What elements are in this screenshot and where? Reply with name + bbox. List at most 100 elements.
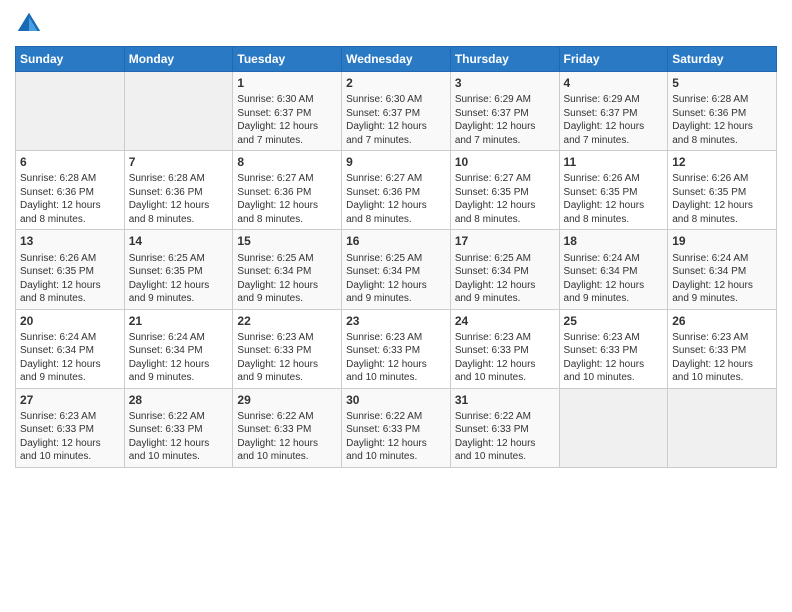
day-number: 26	[672, 313, 772, 329]
day-info: Sunrise: 6:23 AM	[564, 331, 664, 345]
calendar-cell: 5Sunrise: 6:28 AMSunset: 6:36 PMDaylight…	[668, 72, 777, 151]
day-info: Daylight: 12 hours and 9 minutes.	[129, 358, 229, 385]
day-info: Sunset: 6:34 PM	[564, 265, 664, 279]
day-number: 23	[346, 313, 446, 329]
calendar-cell: 24Sunrise: 6:23 AMSunset: 6:33 PMDayligh…	[450, 309, 559, 388]
calendar-cell: 26Sunrise: 6:23 AMSunset: 6:33 PMDayligh…	[668, 309, 777, 388]
day-info: Daylight: 12 hours and 8 minutes.	[20, 279, 120, 306]
day-info: Sunset: 6:33 PM	[129, 423, 229, 437]
calendar-cell: 13Sunrise: 6:26 AMSunset: 6:35 PMDayligh…	[16, 230, 125, 309]
day-info: Daylight: 12 hours and 9 minutes.	[129, 279, 229, 306]
day-number: 14	[129, 233, 229, 249]
day-header-thursday: Thursday	[450, 47, 559, 72]
day-info: Daylight: 12 hours and 10 minutes.	[20, 437, 120, 464]
day-info: Daylight: 12 hours and 10 minutes.	[346, 437, 446, 464]
day-info: Sunset: 6:35 PM	[129, 265, 229, 279]
day-number: 10	[455, 154, 555, 170]
day-info: Sunrise: 6:25 AM	[129, 252, 229, 266]
calendar-cell: 9Sunrise: 6:27 AMSunset: 6:36 PMDaylight…	[342, 151, 451, 230]
week-row-2: 13Sunrise: 6:26 AMSunset: 6:35 PMDayligh…	[16, 230, 777, 309]
day-number: 12	[672, 154, 772, 170]
day-number: 6	[20, 154, 120, 170]
week-row-1: 6Sunrise: 6:28 AMSunset: 6:36 PMDaylight…	[16, 151, 777, 230]
day-info: Sunrise: 6:25 AM	[237, 252, 337, 266]
calendar-body: 1Sunrise: 6:30 AMSunset: 6:37 PMDaylight…	[16, 72, 777, 468]
calendar-cell: 29Sunrise: 6:22 AMSunset: 6:33 PMDayligh…	[233, 388, 342, 467]
day-info: Sunrise: 6:23 AM	[237, 331, 337, 345]
day-info: Sunset: 6:34 PM	[455, 265, 555, 279]
day-info: Sunrise: 6:27 AM	[237, 172, 337, 186]
calendar-cell: 17Sunrise: 6:25 AMSunset: 6:34 PMDayligh…	[450, 230, 559, 309]
calendar-cell	[16, 72, 125, 151]
day-info: Sunrise: 6:25 AM	[346, 252, 446, 266]
day-info: Daylight: 12 hours and 7 minutes.	[564, 120, 664, 147]
day-info: Sunrise: 6:22 AM	[346, 410, 446, 424]
day-info: Sunset: 6:36 PM	[672, 107, 772, 121]
week-row-4: 27Sunrise: 6:23 AMSunset: 6:33 PMDayligh…	[16, 388, 777, 467]
day-header-tuesday: Tuesday	[233, 47, 342, 72]
day-info: Sunset: 6:33 PM	[237, 344, 337, 358]
day-info: Daylight: 12 hours and 8 minutes.	[672, 120, 772, 147]
day-info: Sunrise: 6:23 AM	[672, 331, 772, 345]
day-number: 7	[129, 154, 229, 170]
day-info: Sunrise: 6:29 AM	[564, 93, 664, 107]
day-info: Daylight: 12 hours and 10 minutes.	[129, 437, 229, 464]
day-info: Daylight: 12 hours and 7 minutes.	[237, 120, 337, 147]
calendar-cell: 8Sunrise: 6:27 AMSunset: 6:36 PMDaylight…	[233, 151, 342, 230]
header	[15, 10, 777, 38]
calendar-cell: 27Sunrise: 6:23 AMSunset: 6:33 PMDayligh…	[16, 388, 125, 467]
day-info: Sunrise: 6:27 AM	[346, 172, 446, 186]
day-number: 9	[346, 154, 446, 170]
day-info: Sunset: 6:35 PM	[20, 265, 120, 279]
day-info: Sunset: 6:33 PM	[346, 423, 446, 437]
day-info: Sunset: 6:36 PM	[129, 186, 229, 200]
day-info: Sunset: 6:36 PM	[346, 186, 446, 200]
week-row-0: 1Sunrise: 6:30 AMSunset: 6:37 PMDaylight…	[16, 72, 777, 151]
day-info: Daylight: 12 hours and 10 minutes.	[672, 358, 772, 385]
day-info: Daylight: 12 hours and 9 minutes.	[564, 279, 664, 306]
day-info: Daylight: 12 hours and 7 minutes.	[346, 120, 446, 147]
day-info: Sunset: 6:35 PM	[455, 186, 555, 200]
day-info: Sunrise: 6:29 AM	[455, 93, 555, 107]
day-number: 4	[564, 75, 664, 91]
day-info: Sunset: 6:33 PM	[455, 344, 555, 358]
calendar-cell: 14 Sunrise: 6:25 AMSunset: 6:35 PMDayligh…	[124, 230, 233, 309]
calendar-cell: 11Sunrise: 6:26 AMSunset: 6:35 PMDayligh…	[559, 151, 668, 230]
calendar-cell: 21Sunrise: 6:24 AMSunset: 6:34 PMDayligh…	[124, 309, 233, 388]
day-info: Daylight: 12 hours and 10 minutes.	[455, 358, 555, 385]
day-info: Sunrise: 6:22 AM	[237, 410, 337, 424]
calendar-cell: 31Sunrise: 6:22 AMSunset: 6:33 PMDayligh…	[450, 388, 559, 467]
day-info: Daylight: 12 hours and 10 minutes.	[237, 437, 337, 464]
day-header-row: SundayMondayTuesdayWednesdayThursdayFrid…	[16, 47, 777, 72]
day-info: Sunset: 6:33 PM	[346, 344, 446, 358]
day-number: 13	[20, 233, 120, 249]
day-info: Daylight: 12 hours and 9 minutes.	[672, 279, 772, 306]
calendar-cell: 6Sunrise: 6:28 AMSunset: 6:36 PMDaylight…	[16, 151, 125, 230]
day-info: Daylight: 12 hours and 8 minutes.	[20, 199, 120, 226]
day-header-wednesday: Wednesday	[342, 47, 451, 72]
day-info: Sunrise: 6:30 AM	[346, 93, 446, 107]
day-number: 3	[455, 75, 555, 91]
day-info: Sunset: 6:33 PM	[455, 423, 555, 437]
day-info: Daylight: 12 hours and 8 minutes.	[672, 199, 772, 226]
day-header-monday: Monday	[124, 47, 233, 72]
day-number: 19	[672, 233, 772, 249]
day-info: Daylight: 12 hours and 10 minutes.	[455, 437, 555, 464]
day-info: Sunrise: 6:30 AM	[237, 93, 337, 107]
day-info: Daylight: 12 hours and 8 minutes.	[564, 199, 664, 226]
calendar-cell: 1Sunrise: 6:30 AMSunset: 6:37 PMDaylight…	[233, 72, 342, 151]
day-info: Daylight: 12 hours and 10 minutes.	[564, 358, 664, 385]
day-info: Sunrise: 6:24 AM	[672, 252, 772, 266]
day-info: Sunrise: 6:27 AM	[455, 172, 555, 186]
calendar-cell: 16Sunrise: 6:25 AMSunset: 6:34 PMDayligh…	[342, 230, 451, 309]
calendar: SundayMondayTuesdayWednesdayThursdayFrid…	[15, 46, 777, 468]
day-number: 11	[564, 154, 664, 170]
day-info: Sunrise: 6:23 AM	[455, 331, 555, 345]
day-number: 16	[346, 233, 446, 249]
calendar-cell	[124, 72, 233, 151]
day-number: 18	[564, 233, 664, 249]
day-info: Daylight: 12 hours and 8 minutes.	[237, 199, 337, 226]
week-row-3: 20Sunrise: 6:24 AMSunset: 6:34 PMDayligh…	[16, 309, 777, 388]
calendar-cell: 28Sunrise: 6:22 AMSunset: 6:33 PMDayligh…	[124, 388, 233, 467]
calendar-cell: 2Sunrise: 6:30 AMSunset: 6:37 PMDaylight…	[342, 72, 451, 151]
